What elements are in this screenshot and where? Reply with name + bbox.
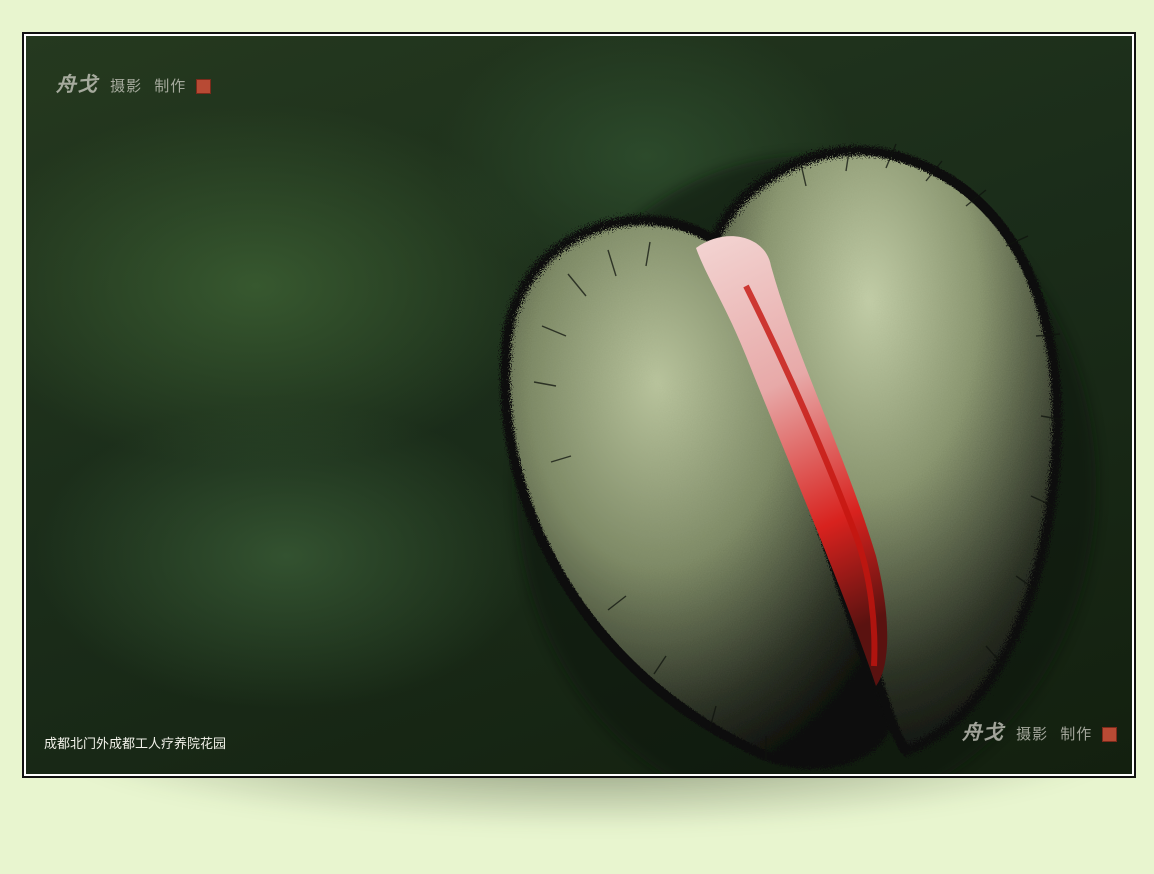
- seal-stamp-icon: [196, 79, 212, 94]
- watermark-top: 舟戈 摄影 制作: [56, 68, 212, 97]
- watermark-bottom: 舟戈 摄影 制作: [962, 716, 1118, 745]
- watermark-text-photo: 摄影: [110, 77, 143, 95]
- watermark-text-photo: 摄影: [1016, 725, 1049, 743]
- watermark-brand: 舟戈: [962, 720, 1004, 744]
- poppy-bud-photo: 舟戈 摄影 制作 舟戈 摄影 制作 成都北门外成都工人疗养院花园: [26, 36, 1132, 774]
- watermark-brand: 舟戈: [56, 72, 98, 96]
- photo-frame: 舟戈 摄影 制作 舟戈 摄影 制作 成都北门外成都工人疗养院花园: [22, 32, 1136, 778]
- seal-stamp-icon: [1102, 727, 1118, 742]
- watermark-text-made: 制作: [1060, 725, 1093, 743]
- watermark-text-made: 制作: [154, 77, 187, 95]
- photo-caption: 成都北门外成都工人疗养院花园: [44, 737, 227, 752]
- poppy-bud-illustration: [500, 143, 1096, 774]
